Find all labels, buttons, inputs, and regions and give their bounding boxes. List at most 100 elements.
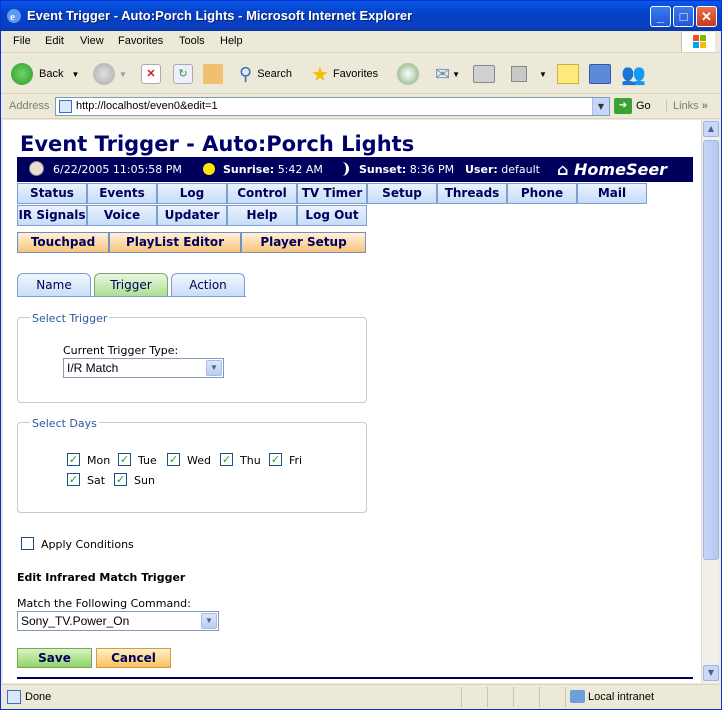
sunrise-time: 5:42 AM xyxy=(277,163,323,176)
status-separator xyxy=(487,687,488,707)
nav-player-setup[interactable]: Player Setup xyxy=(241,232,366,253)
security-zone: Local intranet xyxy=(565,687,698,707)
nav-voice[interactable]: Voice xyxy=(87,205,157,226)
checkbox-sat[interactable]: ✓ xyxy=(67,473,80,486)
checkbox-wed[interactable]: ✓ xyxy=(167,453,180,466)
user-label: User: xyxy=(465,163,498,176)
messenger-button[interactable]: 👥 xyxy=(621,60,646,88)
day-label-sat: Sat xyxy=(87,474,106,487)
checkbox-sun[interactable]: ✓ xyxy=(114,473,127,486)
datetime: 6/22/2005 11:05:58 PM xyxy=(53,163,182,176)
go-button[interactable]: ➜ Go xyxy=(614,98,651,114)
nav-events[interactable]: Events xyxy=(87,183,157,204)
menu-favorites[interactable]: Favorites xyxy=(118,35,163,47)
vertical-scrollbar[interactable]: ▲ ▼ xyxy=(701,120,719,683)
homeseer-logo: ⌂ HomeSeer xyxy=(557,160,667,179)
address-dropdown-icon[interactable]: ▼ xyxy=(592,98,609,115)
edit-dropdown-icon[interactable]: ▼ xyxy=(539,70,547,79)
checkbox-mon[interactable]: ✓ xyxy=(67,453,80,466)
history-button[interactable] xyxy=(397,60,419,88)
favorites-button[interactable]: ★ Favorites xyxy=(311,60,378,88)
moon-icon xyxy=(340,162,349,176)
bottom-divider xyxy=(17,677,693,679)
select-trigger-legend: Select Trigger xyxy=(30,312,110,325)
page-status-icon xyxy=(7,690,21,704)
nav-setup[interactable]: Setup xyxy=(367,183,437,204)
checkbox-apply-conditions[interactable] xyxy=(21,537,34,550)
tab-trigger[interactable]: Trigger xyxy=(94,273,168,297)
back-button[interactable]: Back ▼ xyxy=(11,60,79,88)
trigger-type-value: I/R Match xyxy=(67,361,119,375)
nav-threads[interactable]: Threads xyxy=(437,183,507,204)
mail-dropdown-icon[interactable]: ▼ xyxy=(452,70,460,79)
menu-file[interactable]: File xyxy=(13,35,31,47)
trigger-type-select[interactable]: I/R Match ▼ xyxy=(63,358,224,378)
minimize-button[interactable]: _ xyxy=(650,6,671,27)
nav-control[interactable]: Control xyxy=(227,183,297,204)
scroll-thumb[interactable] xyxy=(703,140,719,560)
tab-action[interactable]: Action xyxy=(171,273,245,297)
menu-help[interactable]: Help xyxy=(220,35,243,47)
checkbox-fri[interactable]: ✓ xyxy=(269,453,282,466)
home-icon xyxy=(203,64,223,84)
nav-playlist-editor[interactable]: PlayList Editor xyxy=(109,232,241,253)
nav-touchpad[interactable]: Touchpad xyxy=(17,232,109,253)
home-button[interactable] xyxy=(203,60,223,88)
refresh-button[interactable]: ↻ xyxy=(173,60,193,88)
user-name: default xyxy=(501,163,540,176)
ie-window: e Event Trigger - Auto:Porch Lights - Mi… xyxy=(0,0,722,710)
menu-view[interactable]: View xyxy=(80,35,104,47)
nav-log-out[interactable]: Log Out xyxy=(297,205,367,226)
edit-icon xyxy=(511,66,527,82)
forward-button[interactable]: ▼ xyxy=(93,60,127,88)
save-button[interactable]: Save xyxy=(17,648,92,668)
sunset-label: Sunset: xyxy=(359,163,407,176)
star-icon: ★ xyxy=(311,63,329,86)
forward-dropdown-icon[interactable]: ▼ xyxy=(119,70,127,79)
note-icon xyxy=(557,64,579,84)
media-icon xyxy=(589,64,611,84)
cancel-button[interactable]: Cancel xyxy=(96,648,171,668)
nav-mail[interactable]: Mail xyxy=(577,183,647,204)
nav-updater[interactable]: Updater xyxy=(157,205,227,226)
back-dropdown-icon[interactable]: ▼ xyxy=(71,70,79,79)
close-button[interactable]: ✕ xyxy=(696,6,717,27)
go-label: Go xyxy=(636,100,651,112)
tab-name[interactable]: Name xyxy=(17,273,91,297)
address-input[interactable]: http://localhost/even0&edit=1 ▼ xyxy=(55,97,610,116)
media-button[interactable] xyxy=(589,60,611,88)
mail-icon: ✉ xyxy=(435,63,451,84)
nav-log[interactable]: Log xyxy=(157,183,227,204)
discuss-button[interactable] xyxy=(557,60,579,88)
search-button[interactable]: ⚲ Search xyxy=(239,60,292,88)
menu-edit[interactable]: Edit xyxy=(45,35,64,47)
ie-logo-icon: e xyxy=(7,9,21,23)
history-icon xyxy=(397,63,419,85)
checkbox-tue[interactable]: ✓ xyxy=(118,453,131,466)
mail-button[interactable]: ✉ ▼ xyxy=(435,60,460,88)
print-button[interactable] xyxy=(473,60,495,88)
scroll-down-button[interactable]: ▼ xyxy=(703,665,719,681)
nav-help[interactable]: Help xyxy=(227,205,297,226)
links-button[interactable]: Links » xyxy=(666,100,708,112)
stop-button[interactable]: ✕ xyxy=(141,60,161,88)
checkbox-thu[interactable]: ✓ xyxy=(220,453,233,466)
nav-phone[interactable]: Phone xyxy=(507,183,577,204)
edit-button[interactable]: ▼ xyxy=(511,60,547,88)
nav-tv-timer[interactable]: TV Timer xyxy=(297,183,367,204)
match-command-select[interactable]: Sony_TV.Power_On ▼ xyxy=(17,611,219,631)
day-label-tue: Tue xyxy=(138,454,157,467)
menu-tools[interactable]: Tools xyxy=(179,35,205,47)
day-label-wed: Wed xyxy=(187,454,211,467)
sunrise-label: Sunrise: xyxy=(223,163,275,176)
chevron-down-icon: ▼ xyxy=(201,613,217,629)
sunset-time: 8:36 PM xyxy=(409,163,455,176)
nav-ir-signals[interactable]: IR Signals xyxy=(17,205,87,226)
nav-status[interactable]: Status xyxy=(17,183,87,204)
address-label: Address xyxy=(9,100,50,112)
match-command-value: Sony_TV.Power_On xyxy=(21,614,130,628)
ir-match-heading: Edit Infrared Match Trigger xyxy=(17,571,186,584)
maximize-button[interactable]: □ xyxy=(673,6,694,27)
scroll-up-button[interactable]: ▲ xyxy=(703,121,719,137)
stop-icon: ✕ xyxy=(141,64,161,84)
